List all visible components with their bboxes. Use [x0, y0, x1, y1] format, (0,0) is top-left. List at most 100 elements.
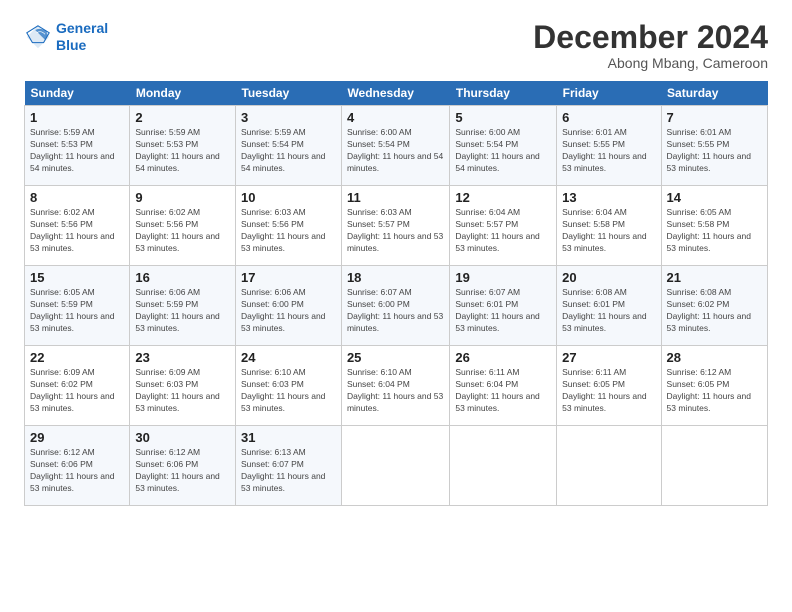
day-info: Sunrise: 6:00 AM Sunset: 5:54 PM Dayligh… — [455, 127, 551, 175]
header-saturday: Saturday — [661, 81, 767, 106]
sunrise-label: Sunrise: 6:03 AM — [241, 207, 306, 217]
sunset-label: Sunset: 5:56 PM — [241, 219, 304, 229]
day-info: Sunrise: 6:08 AM Sunset: 6:02 PM Dayligh… — [667, 287, 762, 335]
sunrise-label: Sunrise: 6:04 AM — [455, 207, 520, 217]
sunset-label: Sunset: 5:59 PM — [135, 299, 198, 309]
sunrise-label: Sunrise: 6:01 AM — [562, 127, 627, 137]
daylight-label: Daylight: 11 hours and 53 minutes. — [455, 311, 539, 333]
header-thursday: Thursday — [450, 81, 557, 106]
day-info: Sunrise: 6:01 AM Sunset: 5:55 PM Dayligh… — [667, 127, 762, 175]
sunrise-label: Sunrise: 6:00 AM — [347, 127, 412, 137]
table-row: 17 Sunrise: 6:06 AM Sunset: 6:00 PM Dayl… — [235, 266, 341, 346]
day-info: Sunrise: 6:08 AM Sunset: 6:01 PM Dayligh… — [562, 287, 655, 335]
day-info: Sunrise: 6:10 AM Sunset: 6:03 PM Dayligh… — [241, 367, 336, 415]
header-tuesday: Tuesday — [235, 81, 341, 106]
table-row: 9 Sunrise: 6:02 AM Sunset: 5:56 PM Dayli… — [130, 186, 236, 266]
day-number: 31 — [241, 430, 336, 445]
day-info: Sunrise: 6:11 AM Sunset: 6:05 PM Dayligh… — [562, 367, 655, 415]
daylight-label: Daylight: 11 hours and 53 minutes. — [30, 231, 114, 253]
sunset-label: Sunset: 6:02 PM — [30, 379, 93, 389]
sunrise-label: Sunrise: 6:09 AM — [135, 367, 200, 377]
day-number: 30 — [135, 430, 230, 445]
day-number: 5 — [455, 110, 551, 125]
table-row: 2 Sunrise: 5:59 AM Sunset: 5:53 PM Dayli… — [130, 106, 236, 186]
sunset-label: Sunset: 5:53 PM — [135, 139, 198, 149]
table-row — [450, 426, 557, 506]
day-number: 23 — [135, 350, 230, 365]
day-number: 8 — [30, 190, 124, 205]
day-number: 14 — [667, 190, 762, 205]
table-row: 8 Sunrise: 6:02 AM Sunset: 5:56 PM Dayli… — [25, 186, 130, 266]
sunset-label: Sunset: 5:54 PM — [455, 139, 518, 149]
table-row: 27 Sunrise: 6:11 AM Sunset: 6:05 PM Dayl… — [557, 346, 661, 426]
logo-blue: Blue — [56, 37, 86, 53]
day-info: Sunrise: 6:02 AM Sunset: 5:56 PM Dayligh… — [30, 207, 124, 255]
day-info: Sunrise: 6:13 AM Sunset: 6:07 PM Dayligh… — [241, 447, 336, 495]
day-number: 26 — [455, 350, 551, 365]
calendar-week-row: 8 Sunrise: 6:02 AM Sunset: 5:56 PM Dayli… — [25, 186, 768, 266]
title-block: December 2024 Abong Mbang, Cameroon — [533, 20, 768, 71]
sunset-label: Sunset: 6:04 PM — [347, 379, 410, 389]
sunset-label: Sunset: 5:56 PM — [135, 219, 198, 229]
table-row: 14 Sunrise: 6:05 AM Sunset: 5:58 PM Dayl… — [661, 186, 767, 266]
daylight-label: Daylight: 11 hours and 53 minutes. — [241, 311, 325, 333]
day-number: 6 — [562, 110, 655, 125]
table-row: 11 Sunrise: 6:03 AM Sunset: 5:57 PM Dayl… — [341, 186, 449, 266]
daylight-label: Daylight: 11 hours and 54 minutes. — [455, 151, 539, 173]
calendar-week-row: 15 Sunrise: 6:05 AM Sunset: 5:59 PM Dayl… — [25, 266, 768, 346]
logo: General Blue — [24, 20, 108, 54]
table-row: 20 Sunrise: 6:08 AM Sunset: 6:01 PM Dayl… — [557, 266, 661, 346]
day-number: 20 — [562, 270, 655, 285]
calendar-table: Sunday Monday Tuesday Wednesday Thursday… — [24, 81, 768, 506]
daylight-label: Daylight: 11 hours and 54 minutes. — [241, 151, 325, 173]
sunrise-label: Sunrise: 6:11 AM — [562, 367, 626, 377]
table-row: 3 Sunrise: 5:59 AM Sunset: 5:54 PM Dayli… — [235, 106, 341, 186]
daylight-label: Daylight: 11 hours and 53 minutes. — [667, 311, 751, 333]
sunrise-label: Sunrise: 6:05 AM — [30, 287, 95, 297]
day-info: Sunrise: 6:05 AM Sunset: 5:58 PM Dayligh… — [667, 207, 762, 255]
calendar-body: 1 Sunrise: 5:59 AM Sunset: 5:53 PM Dayli… — [25, 106, 768, 506]
day-number: 25 — [347, 350, 444, 365]
daylight-label: Daylight: 11 hours and 53 minutes. — [241, 391, 325, 413]
sunrise-label: Sunrise: 6:13 AM — [241, 447, 306, 457]
sunset-label: Sunset: 6:01 PM — [455, 299, 518, 309]
day-info: Sunrise: 6:01 AM Sunset: 5:55 PM Dayligh… — [562, 127, 655, 175]
sunrise-label: Sunrise: 6:08 AM — [562, 287, 627, 297]
sunset-label: Sunset: 6:02 PM — [667, 299, 730, 309]
day-number: 22 — [30, 350, 124, 365]
day-number: 27 — [562, 350, 655, 365]
sunset-label: Sunset: 5:56 PM — [30, 219, 93, 229]
daylight-label: Daylight: 11 hours and 53 minutes. — [135, 231, 219, 253]
day-info: Sunrise: 6:10 AM Sunset: 6:04 PM Dayligh… — [347, 367, 444, 415]
table-row: 28 Sunrise: 6:12 AM Sunset: 6:05 PM Dayl… — [661, 346, 767, 426]
table-row: 24 Sunrise: 6:10 AM Sunset: 6:03 PM Dayl… — [235, 346, 341, 426]
daylight-label: Daylight: 11 hours and 53 minutes. — [30, 311, 114, 333]
table-row: 12 Sunrise: 6:04 AM Sunset: 5:57 PM Dayl… — [450, 186, 557, 266]
day-number: 15 — [30, 270, 124, 285]
sunset-label: Sunset: 6:06 PM — [30, 459, 93, 469]
location-subtitle: Abong Mbang, Cameroon — [533, 55, 768, 71]
day-info: Sunrise: 6:12 AM Sunset: 6:06 PM Dayligh… — [30, 447, 124, 495]
sunset-label: Sunset: 6:03 PM — [135, 379, 198, 389]
sunrise-label: Sunrise: 6:10 AM — [347, 367, 412, 377]
day-info: Sunrise: 6:02 AM Sunset: 5:56 PM Dayligh… — [135, 207, 230, 255]
daylight-label: Daylight: 11 hours and 53 minutes. — [667, 151, 751, 173]
day-number: 11 — [347, 190, 444, 205]
table-row: 31 Sunrise: 6:13 AM Sunset: 6:07 PM Dayl… — [235, 426, 341, 506]
calendar-week-row: 22 Sunrise: 6:09 AM Sunset: 6:02 PM Dayl… — [25, 346, 768, 426]
daylight-label: Daylight: 11 hours and 53 minutes. — [455, 391, 539, 413]
daylight-label: Daylight: 11 hours and 53 minutes. — [241, 471, 325, 493]
sunrise-label: Sunrise: 6:08 AM — [667, 287, 732, 297]
day-info: Sunrise: 6:05 AM Sunset: 5:59 PM Dayligh… — [30, 287, 124, 335]
day-number: 12 — [455, 190, 551, 205]
day-number: 21 — [667, 270, 762, 285]
table-row: 15 Sunrise: 6:05 AM Sunset: 5:59 PM Dayl… — [25, 266, 130, 346]
sunset-label: Sunset: 6:00 PM — [241, 299, 304, 309]
sunrise-label: Sunrise: 6:05 AM — [667, 207, 732, 217]
daylight-label: Daylight: 11 hours and 53 minutes. — [347, 311, 443, 333]
day-info: Sunrise: 5:59 AM Sunset: 5:53 PM Dayligh… — [30, 127, 124, 175]
table-row: 23 Sunrise: 6:09 AM Sunset: 6:03 PM Dayl… — [130, 346, 236, 426]
day-info: Sunrise: 6:06 AM Sunset: 5:59 PM Dayligh… — [135, 287, 230, 335]
sunrise-label: Sunrise: 5:59 AM — [30, 127, 95, 137]
sunset-label: Sunset: 5:57 PM — [347, 219, 410, 229]
